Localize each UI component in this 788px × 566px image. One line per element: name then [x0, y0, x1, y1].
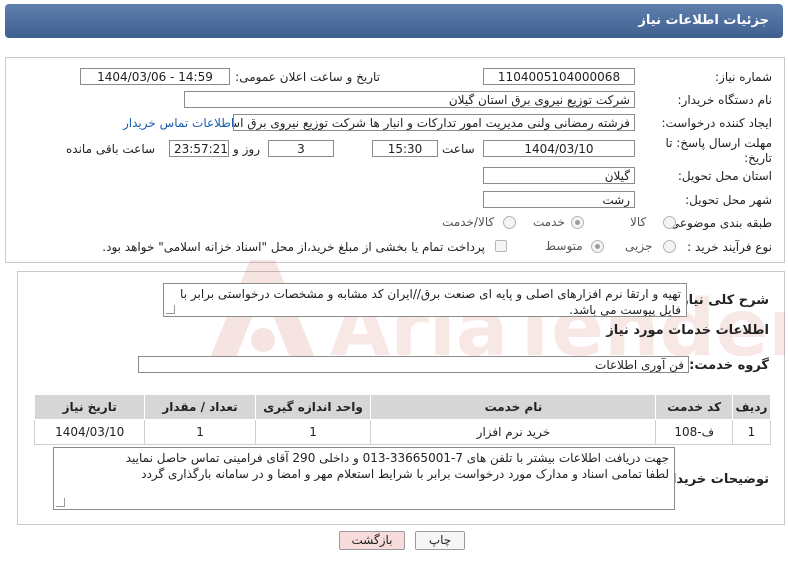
category-radio-goods[interactable]	[663, 216, 676, 229]
category-option-goods-service: کالا/خدمت	[442, 215, 495, 229]
province-field: گیلان	[483, 167, 635, 184]
category-label: طبقه بندی موضوعی:	[665, 216, 772, 230]
deadline-time-field: 15:30	[372, 140, 438, 157]
announce-datetime-label: تاریخ و ساعت اعلان عمومی:	[235, 70, 380, 84]
category-radio-goods-service[interactable]	[503, 216, 516, 229]
col-row-number: ردیف	[731, 394, 772, 420]
deadline-date-field: 1404/03/10	[483, 140, 635, 157]
cell-row-number: 1	[731, 419, 772, 445]
buyer-notes-textarea[interactable]: جهت دریافت اطلاعات بیشتر با تلفن های 7-3…	[53, 447, 675, 510]
city-label: شهر محل تحویل:	[685, 193, 772, 207]
purchase-type-label: نوع فرآیند خرید :	[687, 240, 772, 254]
col-need-date: تاریخ نیاز	[33, 394, 146, 420]
cell-service-code: ف-108	[655, 419, 733, 445]
remaining-time-field: 23:57:21	[169, 140, 229, 157]
category-option-service: خدمت	[533, 215, 565, 229]
category-radio-service[interactable]	[571, 216, 584, 229]
print-button[interactable]: چاپ	[415, 531, 465, 550]
purchase-radio-minor[interactable]	[663, 240, 676, 253]
days-label: روز و	[233, 142, 260, 156]
purchase-option-minor: جزیی	[625, 239, 653, 253]
description-textarea[interactable]: تهیه و ارتقا نرم افزارهای اصلی و پایه ای…	[163, 283, 687, 317]
buyer-notes-line-2: لطفا تمامی اسناد و مدارک مورد درخواست بر…	[141, 467, 669, 481]
col-quantity: تعداد / مقدار	[144, 394, 256, 420]
col-service-name: نام خدمت	[370, 394, 657, 420]
province-label: استان محل تحویل:	[677, 169, 772, 183]
services-info-heading: اطلاعات خدمات مورد نیاز	[606, 323, 769, 338]
deadline-label: مهلت ارسال پاسخ: تا تاریخ:	[665, 136, 772, 165]
description-text: تهیه و ارتقا نرم افزارهای اصلی و پایه ای…	[180, 287, 681, 317]
service-group-label: گروه خدمت:	[689, 358, 769, 373]
col-service-code: کد خدمت	[655, 394, 733, 420]
description-label: شرح کلی نیاز:	[675, 293, 769, 308]
need-number-label: شماره نیاز:	[715, 70, 772, 84]
services-table: ردیف کد خدمت نام خدمت واحد اندازه گیری ت…	[33, 394, 772, 445]
announce-datetime-field: 1404/03/06 - 14:59	[80, 68, 230, 85]
requester-label: ایجاد کننده درخواست:	[661, 116, 772, 130]
cell-quantity: 1	[144, 419, 256, 445]
page-title: جزئیات اطلاعات نیاز	[638, 13, 769, 28]
treasury-payment-checkbox[interactable]	[495, 240, 507, 252]
back-button[interactable]: بازگشت	[339, 531, 405, 550]
buyer-org-field: شرکت توزیع نیروی برق استان گیلان	[184, 91, 635, 108]
page-header: جزئیات اطلاعات نیاز	[5, 4, 783, 38]
table-header-row: ردیف کد خدمت نام خدمت واحد اندازه گیری ت…	[33, 394, 772, 420]
need-number-field: 1104005104000068	[483, 68, 635, 85]
buyer-notes-line-1: جهت دریافت اطلاعات بیشتر با تلفن های 7-3…	[125, 451, 669, 465]
cell-service-name: خرید نرم افزار	[370, 419, 657, 445]
buyer-notes-label: توضیحات خریدار:	[659, 472, 769, 487]
purchase-radio-medium[interactable]	[591, 240, 604, 253]
buyer-contact-link[interactable]: اطلاعات تماس خریدار	[123, 116, 234, 130]
treasury-payment-note: پرداخت تمام یا بخشی از مبلغ خرید،از محل …	[102, 240, 485, 254]
days-field: 3	[268, 140, 334, 157]
table-row: 1 ف-108 خرید نرم افزار 1 1 1404/03/10	[33, 419, 772, 445]
requester-field: فرشته رمضانی ولنی مدیریت امور تدارکات و …	[233, 114, 635, 131]
purchase-option-medium: متوسط	[545, 239, 583, 253]
service-group-field: فن آوری اطلاعات	[138, 356, 689, 373]
cell-unit: 1	[254, 419, 372, 445]
resize-grip-icon	[56, 498, 65, 507]
city-field: رشت	[483, 191, 635, 208]
cell-need-date: 1404/03/10	[33, 419, 146, 445]
remaining-label: ساعت باقی مانده	[66, 142, 156, 156]
deadline-time-label: ساعت	[442, 142, 475, 156]
category-option-goods: کالا	[630, 215, 647, 229]
resize-grip-icon	[166, 305, 175, 314]
buyer-org-label: نام دستگاه خریدار:	[677, 93, 773, 107]
col-unit: واحد اندازه گیری	[254, 394, 372, 420]
